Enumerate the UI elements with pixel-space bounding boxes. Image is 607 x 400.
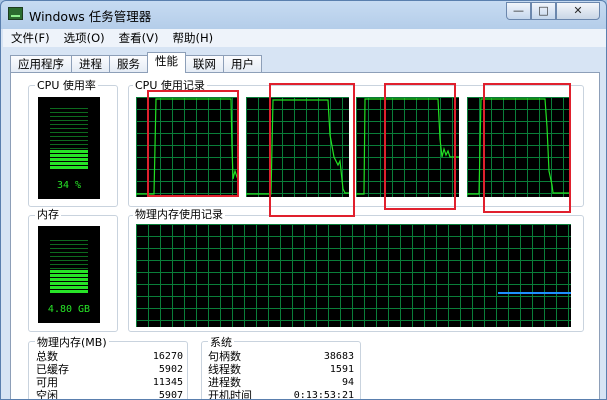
memory-meter-bars — [50, 234, 88, 293]
meter-segment — [50, 120, 88, 121]
stat-label: 总数 — [36, 350, 58, 363]
meter-segment — [50, 252, 88, 253]
meter-segment — [50, 286, 88, 289]
menu-options[interactable]: 选项(O) — [64, 29, 105, 47]
meter-segment — [50, 290, 88, 293]
stat-label: 线程数 — [208, 363, 241, 376]
stat-value: 11345 — [152, 377, 183, 388]
stat-value: 94 — [341, 377, 354, 388]
tab-applications[interactable]: 应用程序 — [10, 55, 72, 73]
tab-services[interactable]: 服务 — [109, 55, 148, 73]
physical-memory-label: 物理内存(MB) — [35, 336, 109, 349]
stat-row-threads: 线程数 1591 — [208, 364, 354, 376]
meter-segment — [50, 268, 88, 269]
stat-value: 5902 — [158, 364, 183, 375]
stat-value: 16270 — [152, 351, 183, 362]
meter-segment — [50, 264, 88, 265]
memory-readout: 4.80 GB — [47, 304, 91, 315]
minimize-button[interactable]: — — [506, 2, 531, 20]
stat-label: 空闲 — [36, 389, 58, 400]
stat-row-free: 空闲 5907 — [36, 390, 183, 400]
meter-segment — [50, 154, 88, 157]
stat-value: 38683 — [323, 351, 354, 362]
meter-segment — [50, 270, 88, 273]
meter-segment — [50, 108, 88, 109]
highlight-box-core-4 — [483, 83, 571, 213]
window-title: Windows 任务管理器 — [29, 9, 152, 24]
meter-segment — [50, 244, 88, 245]
stat-label: 可用 — [36, 376, 58, 389]
menu-view[interactable]: 查看(V) — [119, 29, 159, 47]
meter-segment — [50, 256, 88, 257]
memory-history-graph — [136, 224, 571, 327]
meter-segment — [50, 240, 88, 241]
stat-row-uptime: 开机时间 0:13:53:21 — [208, 390, 354, 400]
meter-segment — [50, 144, 88, 145]
meter-segment — [50, 150, 88, 153]
cpu-meter-bars — [50, 105, 88, 169]
meter-segment — [50, 116, 88, 117]
cpu-usage-meter: 34 % — [38, 97, 100, 199]
tab-users[interactable]: 用户 — [223, 55, 262, 73]
highlight-box-core-2 — [269, 83, 355, 217]
memory-label: 内存 — [35, 208, 61, 221]
meter-segment — [50, 158, 88, 161]
title-bar[interactable]: Windows 任务管理器 — □ ✕ — [1, 1, 606, 28]
meter-segment — [50, 148, 88, 149]
meter-segment — [50, 112, 88, 113]
tab-networking[interactable]: 联网 — [185, 55, 224, 73]
stat-value: 0:13:53:21 — [293, 390, 354, 400]
stat-label: 已缓存 — [36, 363, 69, 376]
meter-segment — [50, 278, 88, 281]
menu-bar: 文件(F) 选项(O) 查看(V) 帮助(H) — [3, 29, 606, 47]
stat-row-processes: 进程数 94 — [208, 377, 354, 389]
meter-segment — [50, 248, 88, 249]
stat-row-available: 可用 11345 — [36, 377, 183, 389]
meter-segment — [50, 132, 88, 133]
meter-segment — [50, 274, 88, 277]
menu-help[interactable]: 帮助(H) — [172, 29, 213, 47]
memory-history-label: 物理内存使用记录 — [133, 208, 225, 221]
meter-segment — [50, 162, 88, 165]
memory-meter: 4.80 GB — [38, 226, 100, 323]
task-manager-icon — [8, 7, 23, 20]
performance-panel: CPU 使用率 34 % CPU 使用记录 内存 4.80 GB 物理内存使用记… — [10, 72, 600, 400]
task-manager-window: Windows 任务管理器 — □ ✕ 文件(F) 选项(O) 查看(V) 帮助… — [0, 0, 607, 400]
stat-value: 5907 — [158, 390, 183, 400]
meter-segment — [50, 166, 88, 169]
maximize-button[interactable]: □ — [531, 2, 556, 20]
tab-processes[interactable]: 进程 — [71, 55, 110, 73]
highlight-box-core-1 — [147, 90, 239, 197]
meter-segment — [50, 136, 88, 137]
stat-row-cached: 已缓存 5902 — [36, 364, 183, 376]
tab-strip: 应用程序 进程 服务 性能 联网 用户 — [10, 52, 262, 73]
cpu-usage-label: CPU 使用率 — [35, 79, 98, 92]
stat-row-total: 总数 16270 — [36, 351, 183, 363]
stat-value: 1591 — [329, 364, 354, 375]
meter-segment — [50, 128, 88, 129]
meter-segment — [50, 124, 88, 125]
highlight-box-core-3 — [384, 83, 456, 210]
meter-segment — [50, 282, 88, 285]
memory-history-line — [498, 292, 571, 294]
cpu-usage-readout: 34 % — [56, 180, 82, 191]
close-button[interactable]: ✕ — [556, 2, 600, 20]
menu-file[interactable]: 文件(F) — [11, 29, 50, 47]
stat-label: 句柄数 — [208, 350, 241, 363]
meter-segment — [50, 140, 88, 141]
stat-row-handles: 句柄数 38683 — [208, 351, 354, 363]
system-label: 系统 — [208, 336, 234, 349]
stat-label: 开机时间 — [208, 389, 252, 400]
stat-label: 进程数 — [208, 376, 241, 389]
tab-performance[interactable]: 性能 — [147, 52, 186, 73]
meter-segment — [50, 260, 88, 261]
